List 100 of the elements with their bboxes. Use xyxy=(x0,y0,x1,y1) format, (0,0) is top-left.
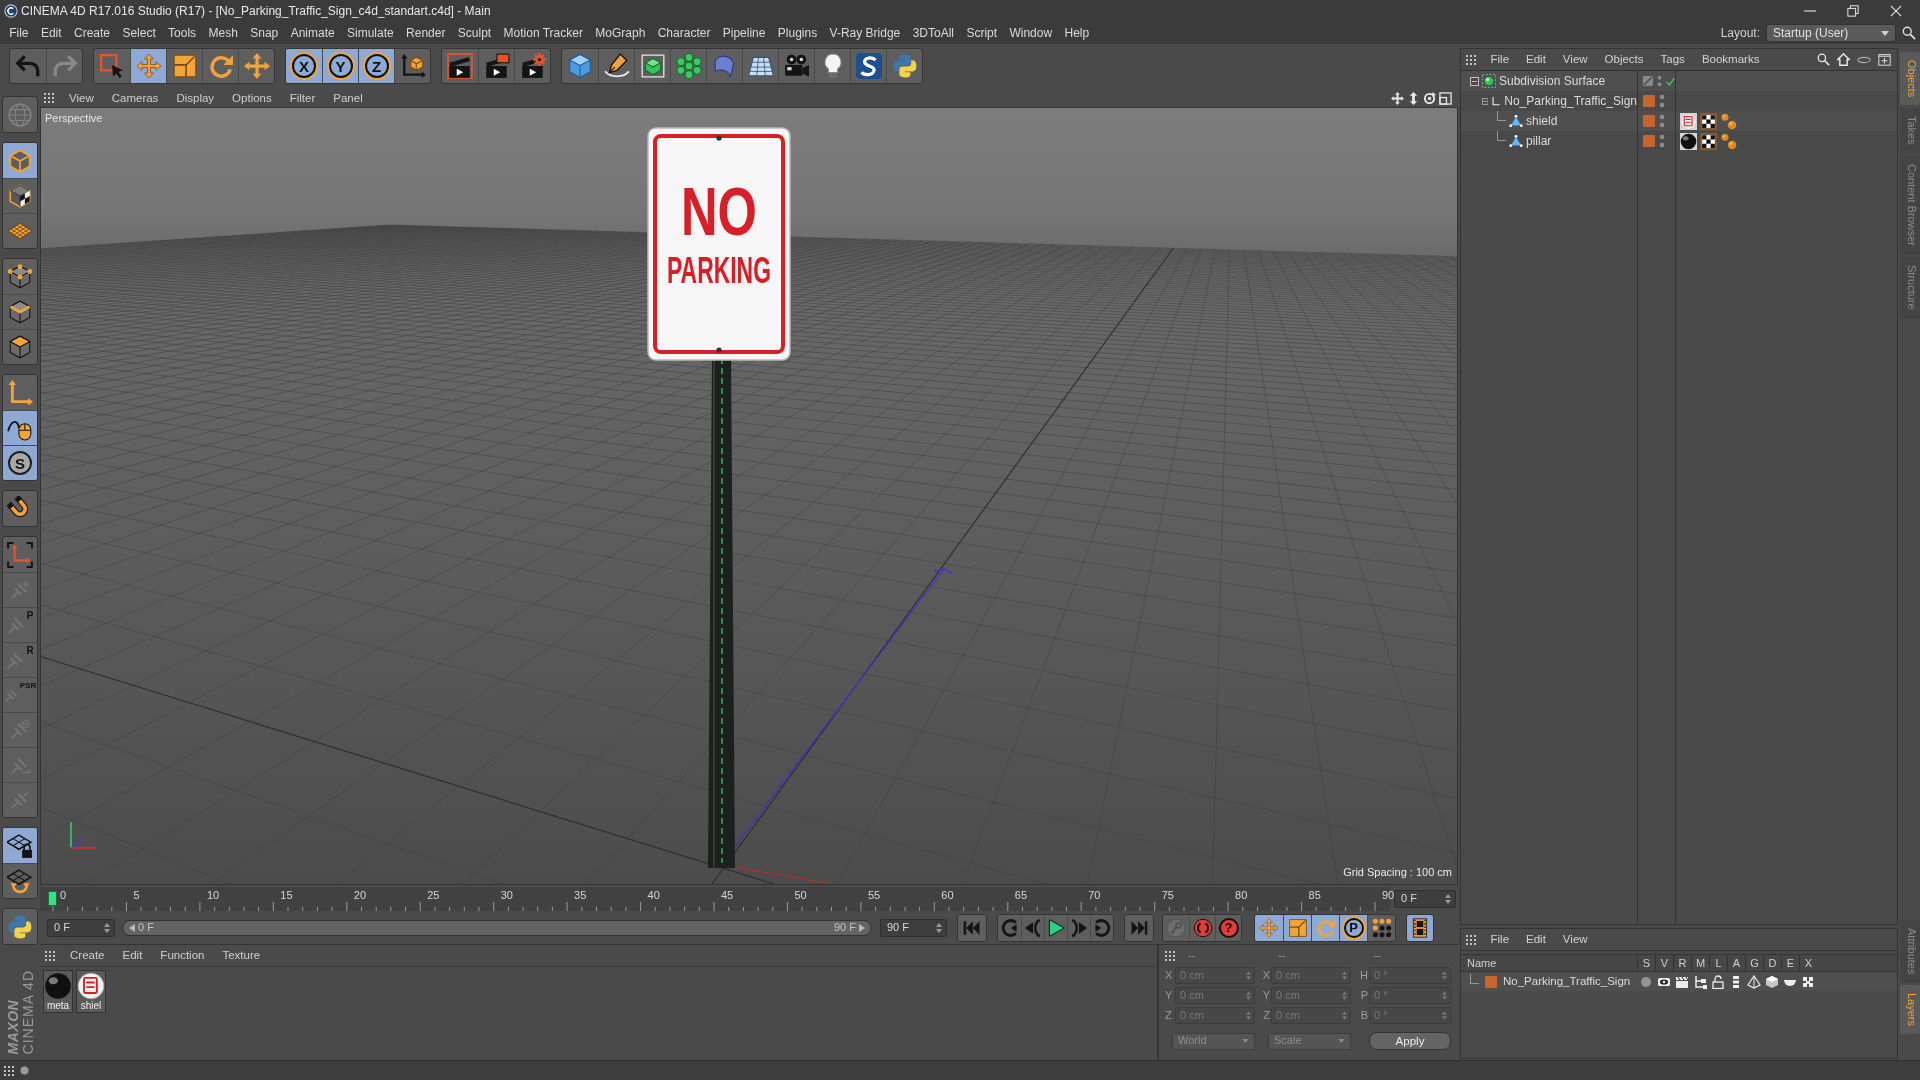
restore-icon[interactable] xyxy=(1847,5,1859,17)
grip-icon[interactable] xyxy=(1466,54,1476,65)
menu-item[interactable]: Bookmarks xyxy=(1693,52,1768,67)
menu-item[interactable]: Create xyxy=(67,23,117,43)
orbit-icon[interactable] xyxy=(1423,91,1436,105)
grip-icon[interactable] xyxy=(4,1065,14,1076)
menu-item[interactable]: Script xyxy=(960,23,1004,43)
material-tile[interactable]: meta xyxy=(43,970,73,1013)
node-icon[interactable] xyxy=(1801,974,1815,989)
menu-item[interactable]: Create xyxy=(61,948,114,963)
grip-icon[interactable] xyxy=(1466,934,1476,945)
menu-item[interactable]: Mesh xyxy=(202,23,245,43)
object-row[interactable]: Subdivision Surface xyxy=(1461,71,1897,91)
layer-swatch-icon[interactable] xyxy=(1485,975,1497,988)
menu-item[interactable]: Display xyxy=(167,90,224,106)
maximize-icon[interactable] xyxy=(1439,91,1452,105)
grip-icon[interactable] xyxy=(44,93,54,103)
menu-item[interactable]: Edit xyxy=(113,948,152,963)
z-axis-button[interactable]: Z xyxy=(358,49,394,83)
key-rotate-button[interactable] xyxy=(1311,914,1339,941)
menu-item[interactable]: Select xyxy=(116,23,162,43)
solo-dot-icon[interactable] xyxy=(1639,974,1653,989)
x-axis-button[interactable]: X xyxy=(286,49,322,83)
next-key-button[interactable] xyxy=(1090,914,1113,941)
layout-dropdown[interactable]: Startup (User) xyxy=(1766,24,1896,42)
chessboard-tag-icon[interactable] xyxy=(1700,132,1717,150)
material-tag-icon[interactable] xyxy=(1680,132,1697,150)
cube-icon[interactable] xyxy=(1765,974,1779,989)
menu-item[interactable]: Motion Tracker xyxy=(497,23,590,43)
autokey-button[interactable] xyxy=(1189,914,1215,941)
layer-swatch-icon[interactable] xyxy=(1643,115,1655,127)
menu-item[interactable]: V-Ray Bridge xyxy=(823,23,907,43)
menu-item[interactable]: MoGraph xyxy=(589,23,652,43)
search-icon[interactable] xyxy=(1902,26,1916,40)
range-slider[interactable]: 0 F 90 F xyxy=(122,919,872,936)
layer-swatch-icon[interactable] xyxy=(1643,135,1655,147)
frame-field[interactable]: 0 F xyxy=(47,918,115,937)
collapse-icon[interactable] xyxy=(1470,76,1479,86)
menu-item[interactable]: Sculpt xyxy=(451,23,498,43)
menu-item[interactable]: Tools xyxy=(161,23,203,43)
material-tag-icon[interactable] xyxy=(1680,112,1697,130)
y-axis-button[interactable]: Y xyxy=(322,49,358,83)
layer-swatch-icon[interactable] xyxy=(1643,95,1655,107)
menu-item[interactable]: Render xyxy=(399,23,452,43)
menu-item[interactable]: View xyxy=(1554,932,1597,947)
menu-item[interactable]: File xyxy=(3,23,35,43)
menu-item[interactable]: Cameras xyxy=(102,90,168,106)
playhead[interactable] xyxy=(48,891,57,906)
menu-item[interactable]: Help xyxy=(1058,23,1096,43)
menu-item[interactable]: Edit xyxy=(1517,52,1555,67)
frame-field[interactable]: 90 F xyxy=(880,918,947,937)
solo-button[interactable]: S xyxy=(3,445,37,480)
key-parameter-button[interactable]: P xyxy=(1339,914,1367,941)
menu-item[interactable]: Function xyxy=(151,948,214,963)
hierarchy-icon[interactable] xyxy=(1693,974,1707,989)
menu-item[interactable]: View xyxy=(1554,52,1597,67)
check-icon[interactable] xyxy=(1665,75,1675,87)
two-balls-icon[interactable] xyxy=(1720,112,1737,130)
menu-item[interactable]: Pipeline xyxy=(716,23,772,43)
new-panel-icon[interactable] xyxy=(1878,53,1891,66)
material-tile[interactable]: shiel xyxy=(76,970,106,1013)
menu-item[interactable]: Panel xyxy=(324,90,372,106)
side-tab[interactable]: Objects xyxy=(1900,52,1920,106)
ellipse-icon[interactable] xyxy=(1857,55,1871,64)
visibility-dots-icon[interactable] xyxy=(1659,94,1665,108)
clapper-icon[interactable] xyxy=(1675,974,1689,989)
play-button[interactable] xyxy=(1044,914,1067,941)
current-frame-field[interactable]: 0 F xyxy=(1394,890,1456,908)
menu-item[interactable]: Edit xyxy=(1517,932,1555,947)
menu-item[interactable]: Tags xyxy=(1652,52,1694,67)
menu-item[interactable]: Animate xyxy=(284,23,341,43)
pyramid-icon[interactable] xyxy=(1747,974,1761,989)
key-scale-button[interactable] xyxy=(1283,914,1311,941)
visibility-dots-icon[interactable] xyxy=(1659,134,1665,148)
keyframe-selection-button[interactable]: ? xyxy=(1215,914,1241,941)
menu-item[interactable]: Edit xyxy=(34,23,68,43)
chessboard-tag-icon[interactable] xyxy=(1700,112,1717,130)
menu-item[interactable]: File xyxy=(1482,932,1518,947)
film-strip-button[interactable] xyxy=(1407,914,1433,941)
menu-item[interactable]: Plugins xyxy=(771,23,824,43)
grid-lock-button[interactable] xyxy=(3,828,37,863)
close-icon[interactable] xyxy=(1890,5,1902,17)
mouse-tweak-button[interactable] xyxy=(3,410,37,445)
menu-item[interactable]: Filter xyxy=(280,90,325,106)
menu-item[interactable]: Options xyxy=(223,90,281,106)
collapse-icon[interactable] xyxy=(1482,96,1489,106)
side-tab[interactable]: Layers xyxy=(1900,984,1920,1034)
pan-icon[interactable] xyxy=(1391,91,1404,105)
dolly-icon[interactable] xyxy=(1407,91,1420,105)
visibility-dots-icon[interactable] xyxy=(1659,114,1665,128)
menu-item[interactable]: Snap xyxy=(244,23,285,43)
menu-item[interactable]: Texture xyxy=(213,948,270,963)
menu-item[interactable]: View xyxy=(60,90,103,106)
lock-icon[interactable] xyxy=(1711,974,1725,989)
layer-row[interactable]: No_Parking_Traffic_Sign xyxy=(1461,972,1897,991)
visibility-dots-icon[interactable] xyxy=(1656,74,1662,88)
menu-item[interactable]: Window xyxy=(1003,23,1059,43)
object-row[interactable]: shield xyxy=(1461,111,1897,131)
search-icon[interactable] xyxy=(1817,53,1830,66)
home-icon[interactable] xyxy=(1837,53,1850,66)
